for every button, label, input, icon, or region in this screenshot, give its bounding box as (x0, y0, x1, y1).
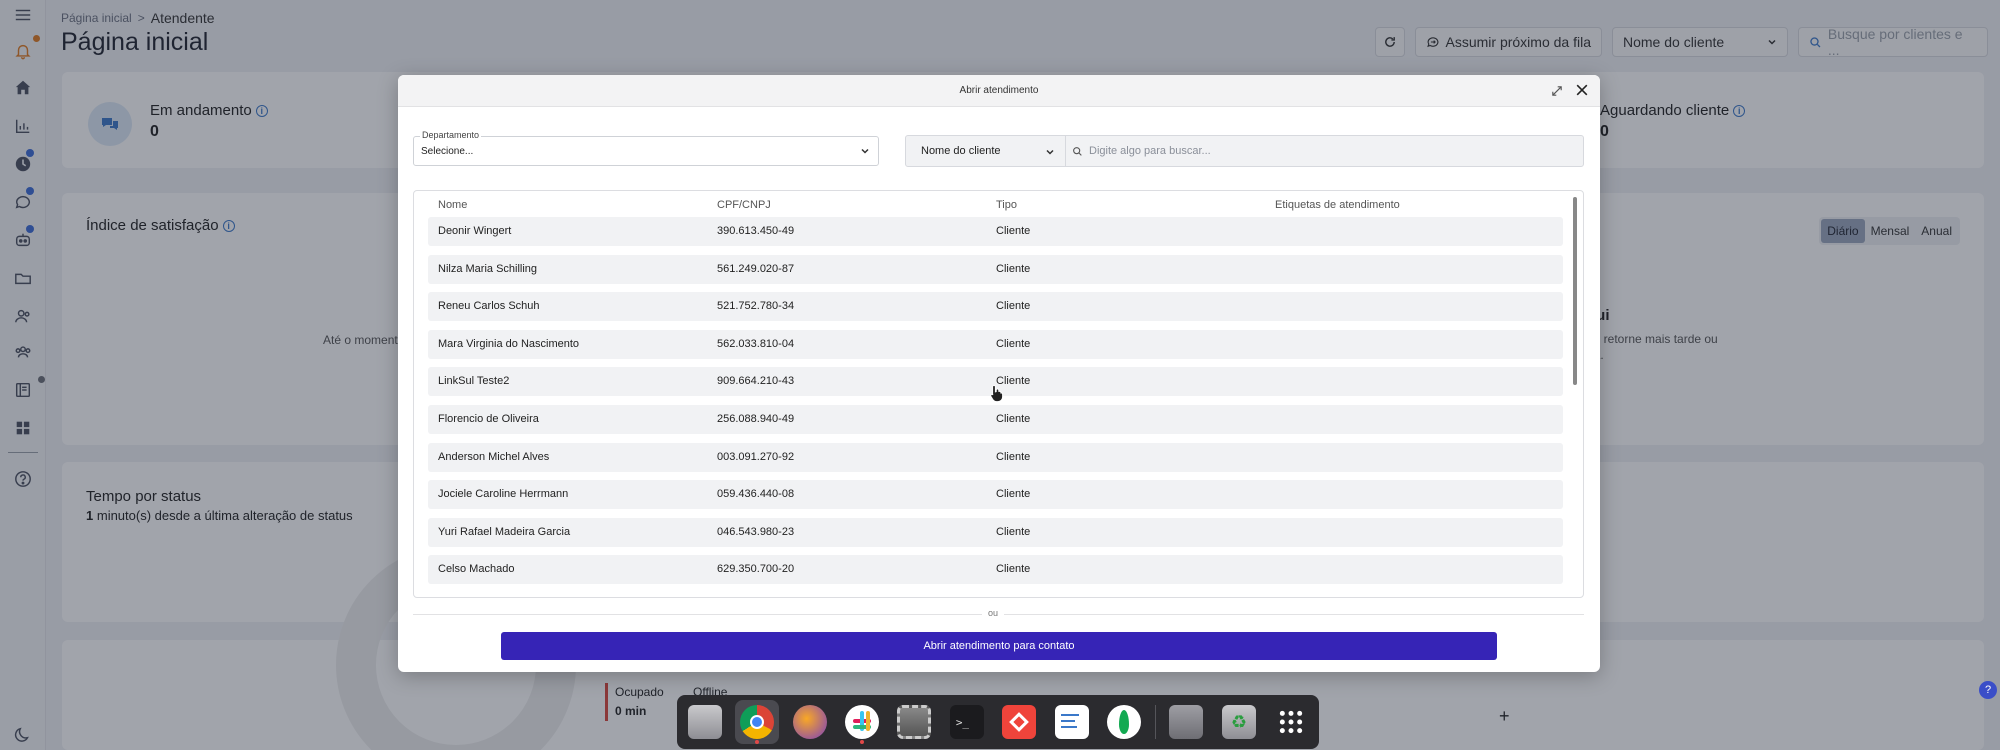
row-cpf: 390.613.450-49 (717, 225, 795, 237)
search-type-select[interactable]: Nome do cliente (906, 136, 1066, 166)
table-row[interactable]: Reneu Carlos Schuh 521.752.780-34 Client… (428, 292, 1563, 322)
help-float-button[interactable]: ? (1979, 681, 1997, 699)
client-search-group: Nome do cliente Digite algo para buscar.… (905, 135, 1584, 167)
taskbar-chrome[interactable] (735, 700, 779, 744)
row-cpf: 909.664.210-43 (717, 375, 795, 388)
open-ticket-modal: Abrir atendimento Departamento Selecione… (398, 75, 1600, 672)
table-header: Nome CPF/CNPJ Tipo Etiquetas de atendime… (438, 199, 1583, 217)
client-search-placeholder: Digite algo para buscar... (1089, 145, 1211, 157)
row-type: Cliente (996, 525, 1031, 538)
column-tags[interactable]: Etiquetas de atendimento (1275, 199, 1400, 211)
search-type-value: Nome do cliente (921, 145, 1001, 157)
search-icon (1073, 146, 1082, 156)
running-indicator (755, 740, 760, 744)
chevron-down-icon (861, 148, 869, 154)
video-editor-icon (897, 705, 932, 739)
table-row[interactable]: Deonir Wingert 390.613.450-49 Cliente (428, 217, 1563, 246)
taskbar-separator (1154, 705, 1156, 739)
row-name: Celso Machado (438, 563, 515, 576)
table-row[interactable]: Mara Virginia do Nascimento 562.033.810-… (428, 329, 1563, 359)
chevron-down-icon (1046, 149, 1054, 155)
row-cpf: 561.249.020-87 (717, 262, 795, 275)
firefox-icon (792, 705, 827, 739)
taskbar-trash[interactable]: ♻ (1217, 700, 1260, 744)
row-name: Anderson Michel Alves (438, 450, 550, 463)
modal-title: Abrir atendimento (959, 85, 1039, 96)
department-select[interactable]: Departamento Selecione... (413, 130, 879, 166)
row-cpf: 521.752.780-34 (717, 300, 795, 313)
column-type[interactable]: Tipo (996, 199, 1017, 211)
taskbar-anydesk[interactable] (998, 700, 1041, 744)
close-icon[interactable] (1572, 80, 1592, 100)
row-type: Cliente (996, 300, 1031, 313)
chrome-icon (740, 705, 775, 739)
table-row[interactable]: Nilza Maria Schilling 561.249.020-87 Cli… (428, 254, 1563, 284)
archive-icon (1169, 705, 1204, 739)
row-name: Jociele Caroline Herrmann (438, 488, 569, 501)
taskbar-video[interactable] (893, 700, 936, 744)
table-scrollbar[interactable] (1573, 197, 1577, 385)
row-cpf: 003.091.270-92 (717, 450, 795, 463)
row-name: Deonir Wingert (438, 225, 512, 237)
or-label: ou (982, 608, 1005, 618)
modal-header: Abrir atendimento (398, 75, 1600, 107)
table-row[interactable]: Celso Machado 629.350.700-20 Cliente (428, 555, 1563, 585)
hand-cursor-icon (990, 385, 1003, 402)
taskbar-text-editor[interactable] (1050, 700, 1093, 744)
column-cpf[interactable]: CPF/CNPJ (717, 199, 771, 211)
column-name[interactable]: Nome (438, 199, 467, 211)
row-name: Nilza Maria Schilling (438, 262, 538, 275)
row-name: LinkSul Teste2 (438, 375, 510, 388)
app-grid-icon (1280, 710, 1303, 734)
department-label: Departamento (420, 130, 482, 140)
slack-icon (844, 705, 879, 739)
row-type: Cliente (996, 337, 1031, 350)
taskbar-mongodb[interactable] (1102, 700, 1145, 744)
row-type: Cliente (996, 225, 1031, 237)
client-search-input[interactable]: Digite algo para buscar... (1066, 145, 1211, 157)
minimize-icon[interactable] (1548, 82, 1566, 100)
row-type: Cliente (996, 413, 1031, 425)
trash-icon: ♻ (1221, 705, 1256, 739)
department-value: Selecione... (421, 146, 474, 157)
taskbar-firefox[interactable] (788, 700, 831, 744)
mongodb-icon (1107, 705, 1142, 739)
row-cpf: 562.033.810-04 (717, 337, 795, 350)
taskbar-app-grid[interactable] (1270, 700, 1313, 744)
row-name: Yuri Rafael Madeira Garcia (438, 525, 571, 538)
taskbar-files[interactable] (683, 700, 726, 744)
running-indicator (860, 740, 865, 744)
text-editor-icon (1054, 705, 1089, 739)
taskbar: >_ ♻ (677, 695, 1319, 749)
open-contact-button[interactable]: Abrir atendimento para contato (501, 632, 1497, 660)
row-cpf: 256.088.940-49 (717, 413, 795, 425)
row-cpf: 629.350.700-20 (717, 563, 795, 576)
row-type: Cliente (996, 450, 1031, 463)
taskbar-slack[interactable] (840, 700, 883, 744)
table-row[interactable]: Florencio de Oliveira 256.088.940-49 Cli… (428, 405, 1563, 434)
anydesk-icon (1002, 705, 1037, 739)
row-type: Cliente (996, 488, 1031, 501)
taskbar-archive[interactable] (1165, 700, 1208, 744)
row-name: Reneu Carlos Schuh (438, 300, 540, 313)
row-name: Mara Virginia do Nascimento (438, 337, 580, 350)
taskbar-terminal[interactable]: >_ (945, 700, 988, 744)
table-row[interactable]: Anderson Michel Alves 003.091.270-92 Cli… (428, 442, 1563, 472)
row-cpf: 059.436.440-08 (717, 488, 795, 501)
row-name: Florencio de Oliveira (438, 413, 539, 425)
table-row[interactable]: Yuri Rafael Madeira Garcia 046.543.980-2… (428, 517, 1563, 547)
row-type: Cliente (996, 262, 1031, 275)
row-cpf: 046.543.980-23 (717, 525, 795, 538)
table-row[interactable]: Jociele Caroline Herrmann 059.436.440-08… (428, 480, 1563, 510)
terminal-icon: >_ (949, 705, 984, 739)
files-icon (687, 705, 722, 739)
row-type: Cliente (996, 563, 1031, 576)
